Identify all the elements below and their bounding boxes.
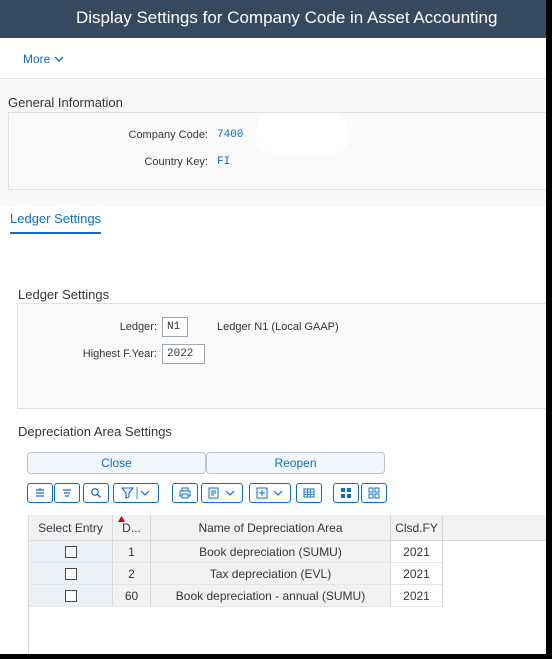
deselect-all-icon[interactable] [361,483,387,503]
cell-name: Book depreciation - annual (SUMU) [151,585,391,607]
select-all-icon[interactable] [333,483,359,503]
filter-dropdown-icon[interactable] [113,483,159,503]
highest-fy-field[interactable]: 2022 [162,344,205,364]
app-window: Display Settings for Company Code in Ass… [0,0,546,654]
col-header-empty [443,515,546,541]
highest-fy-label: Highest F.Year: [82,348,157,360]
title-bar: Display Settings for Company Code in Ass… [0,0,546,38]
company-code-value: 7400 [217,129,244,141]
col-header-name[interactable]: Name of Depreciation Area [151,515,391,541]
search-icon[interactable] [83,483,109,503]
country-key-label: Country Key: [144,156,208,168]
row-checkbox[interactable] [64,589,77,602]
row-checkbox[interactable] [64,545,77,558]
chevron-down-icon [54,56,64,62]
general-info-title: General Information [8,95,123,110]
export-dropdown-icon[interactable] [201,483,243,503]
reopen-button[interactable]: Reopen [206,452,385,474]
cell-clsd-fy: 2021 [391,563,443,585]
cell-clsd-fy: 2021 [391,585,443,607]
toolbar: More [0,38,546,79]
cell-area: 60 [113,585,151,607]
cell-name: Book depreciation (SUMU) [151,541,391,563]
align-icon[interactable] [27,483,53,503]
row-select-3[interactable] [29,585,113,607]
ledger-settings-title: Ledger Settings [18,287,110,302]
cell-clsd-fy: 2021 [391,541,443,563]
page-title: Display Settings for Company Code in Ass… [76,8,498,27]
redacted-area [256,115,348,153]
sort-icon[interactable] [54,483,80,503]
print-icon[interactable] [172,483,198,503]
col-header-select-entry[interactable]: Select Entry [29,515,113,541]
table-settings-icon[interactable] [296,483,322,503]
depreciation-table: Select Entry D... Name of Depreciation A… [28,515,546,654]
company-code-label: Company Code: [128,129,209,141]
row-checkbox[interactable] [64,567,77,580]
more-menu-button[interactable]: More [23,52,64,66]
row-select-2[interactable] [29,563,113,585]
tab-bar: Ledger Settings [0,206,546,235]
cell-area: 2 [113,563,151,585]
depreciation-settings-title: Depreciation Area Settings [18,424,172,439]
sort-ascending-icon [118,516,125,522]
layout-dropdown-icon[interactable] [249,483,291,503]
ledger-field[interactable]: N1 [162,317,188,337]
ledger-description: Ledger N1 (Local GAAP) [217,321,339,333]
country-key-value: FI [217,156,231,168]
col-header-clsd-fy[interactable]: Clsd.FY [391,515,443,541]
row-select-1[interactable] [29,541,113,563]
cell-area: 1 [113,541,151,563]
more-label: More [23,52,51,66]
col-header-area[interactable]: D... [113,515,151,541]
col-header-area-label: D... [122,520,141,535]
ledger-label: Ledger: [119,321,157,333]
close-button[interactable]: Close [27,452,206,474]
cell-name: Tax depreciation (EVL) [151,563,391,585]
tab-ledger-settings[interactable]: Ledger Settings [10,211,102,235]
